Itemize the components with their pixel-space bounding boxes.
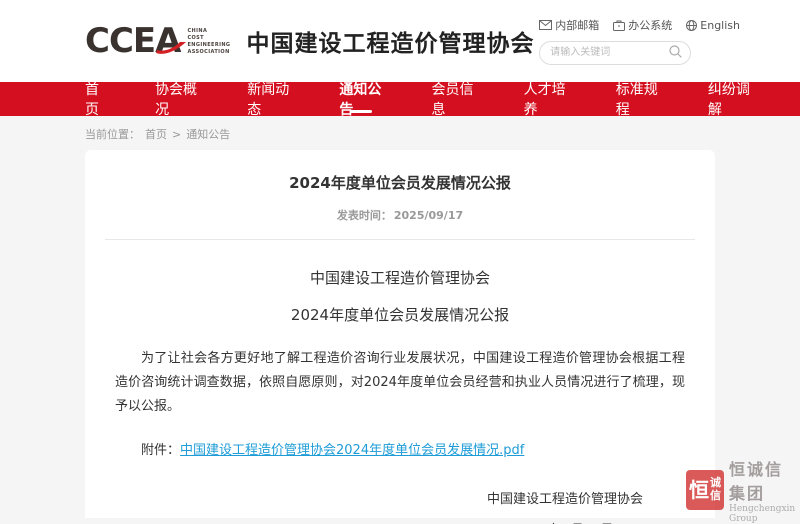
logo-subtext: CHINA COST ENGINEERING ASSOCIATION bbox=[187, 28, 230, 55]
breadcrumb-home[interactable]: 首页 bbox=[145, 126, 167, 142]
hengchengxin-seal-icon: 恒 诚 信 bbox=[686, 470, 724, 510]
logo-acronym: CCEA bbox=[85, 24, 180, 58]
briefcase-icon bbox=[613, 20, 625, 31]
attachment-label: 附件： bbox=[141, 443, 180, 458]
site-header: CCEA CHINA COST ENGINEERING ASSOCIATION … bbox=[0, 0, 800, 82]
doc-heading-org: 中国建设工程造价管理协会 bbox=[105, 267, 695, 288]
office-system-link[interactable]: 办公系统 bbox=[613, 17, 672, 33]
nav-item-member-info[interactable]: 会员信息 bbox=[431, 82, 475, 116]
quick-link-label: 内部邮箱 bbox=[555, 17, 599, 33]
quick-link-label: 办公系统 bbox=[628, 17, 672, 33]
hengchengxin-watermark: 恒 诚 信 恒诚信集团 Hengchengxin Group bbox=[686, 456, 800, 524]
title-divider bbox=[105, 239, 695, 240]
nav-item-news[interactable]: 新闻动态 bbox=[247, 82, 291, 116]
nav-item-association-overview[interactable]: 协会概况 bbox=[155, 82, 199, 116]
attachment-row: 附件：中国建设工程造价管理协会2024年度单位会员发展情况.pdf bbox=[115, 439, 685, 458]
nav-item-home[interactable]: 首页 bbox=[85, 82, 107, 116]
logo-swoosh-icon bbox=[156, 42, 186, 56]
breadcrumb-current[interactable]: 通知公告 bbox=[186, 126, 230, 142]
breadcrumb-separator: > bbox=[172, 128, 181, 141]
quick-link-label: English bbox=[700, 19, 740, 32]
header-quick-links: 内部邮箱 办公系统 English bbox=[539, 17, 740, 33]
doc-heading-title: 2024年度单位会员发展情况公报 bbox=[105, 304, 695, 325]
seal-char: 信 bbox=[710, 490, 721, 503]
breadcrumb: 当前位置： 首页 > 通知公告 bbox=[0, 116, 800, 150]
watermark-name-cn: 恒诚信集团 bbox=[729, 456, 800, 504]
signature-org: 中国建设工程造价管理协会 bbox=[487, 488, 643, 507]
publish-label: 发表时间： bbox=[337, 209, 392, 222]
breadcrumb-label: 当前位置： bbox=[85, 126, 140, 142]
site-logo[interactable]: CCEA CHINA COST ENGINEERING ASSOCIATION … bbox=[85, 24, 534, 58]
article-card: 2024年度单位会员发展情况公报 发表时间：2025/09/17 中国建设工程造… bbox=[85, 150, 715, 518]
nav-item-notices[interactable]: 通知公告 bbox=[339, 82, 383, 116]
english-link[interactable]: English bbox=[686, 17, 740, 33]
org-name: 中国建设工程造价管理协会 bbox=[246, 24, 534, 58]
search-icon[interactable] bbox=[669, 45, 682, 58]
publish-time: 发表时间：2025/09/17 bbox=[105, 207, 695, 223]
signature-block: 中国建设工程造价管理协会 2025年9月17日 bbox=[105, 488, 695, 524]
internal-mail-link[interactable]: 内部邮箱 bbox=[539, 17, 599, 33]
nav-item-standards[interactable]: 标准规程 bbox=[616, 82, 660, 116]
watermark-name-en: Hengchengxin Group bbox=[729, 504, 800, 524]
article-title: 2024年度单位会员发展情况公报 bbox=[105, 172, 695, 193]
nav-item-talent-training[interactable]: 人才培养 bbox=[524, 82, 568, 116]
mail-icon bbox=[539, 20, 552, 30]
seal-char: 恒 bbox=[689, 480, 709, 500]
publish-date: 2025/09/17 bbox=[394, 209, 463, 222]
nav-item-dispute-mediation[interactable]: 纠纷调解 bbox=[708, 82, 752, 116]
signature-date: 2025年9月17日 bbox=[487, 519, 643, 524]
doc-paragraph: 为了让社会各方更好地了解工程造价咨询行业发展状况，中国建设工程造价管理协会根据工… bbox=[115, 347, 685, 419]
attachment-pdf-link[interactable]: 中国建设工程造价管理协会2024年度单位会员发展情况.pdf bbox=[180, 443, 524, 458]
search-box bbox=[539, 40, 691, 65]
main-nav: 首页 协会概况 新闻动态 通知公告 会员信息 人才培养 标准规程 纠纷调解 bbox=[0, 82, 800, 116]
globe-icon bbox=[686, 20, 697, 31]
